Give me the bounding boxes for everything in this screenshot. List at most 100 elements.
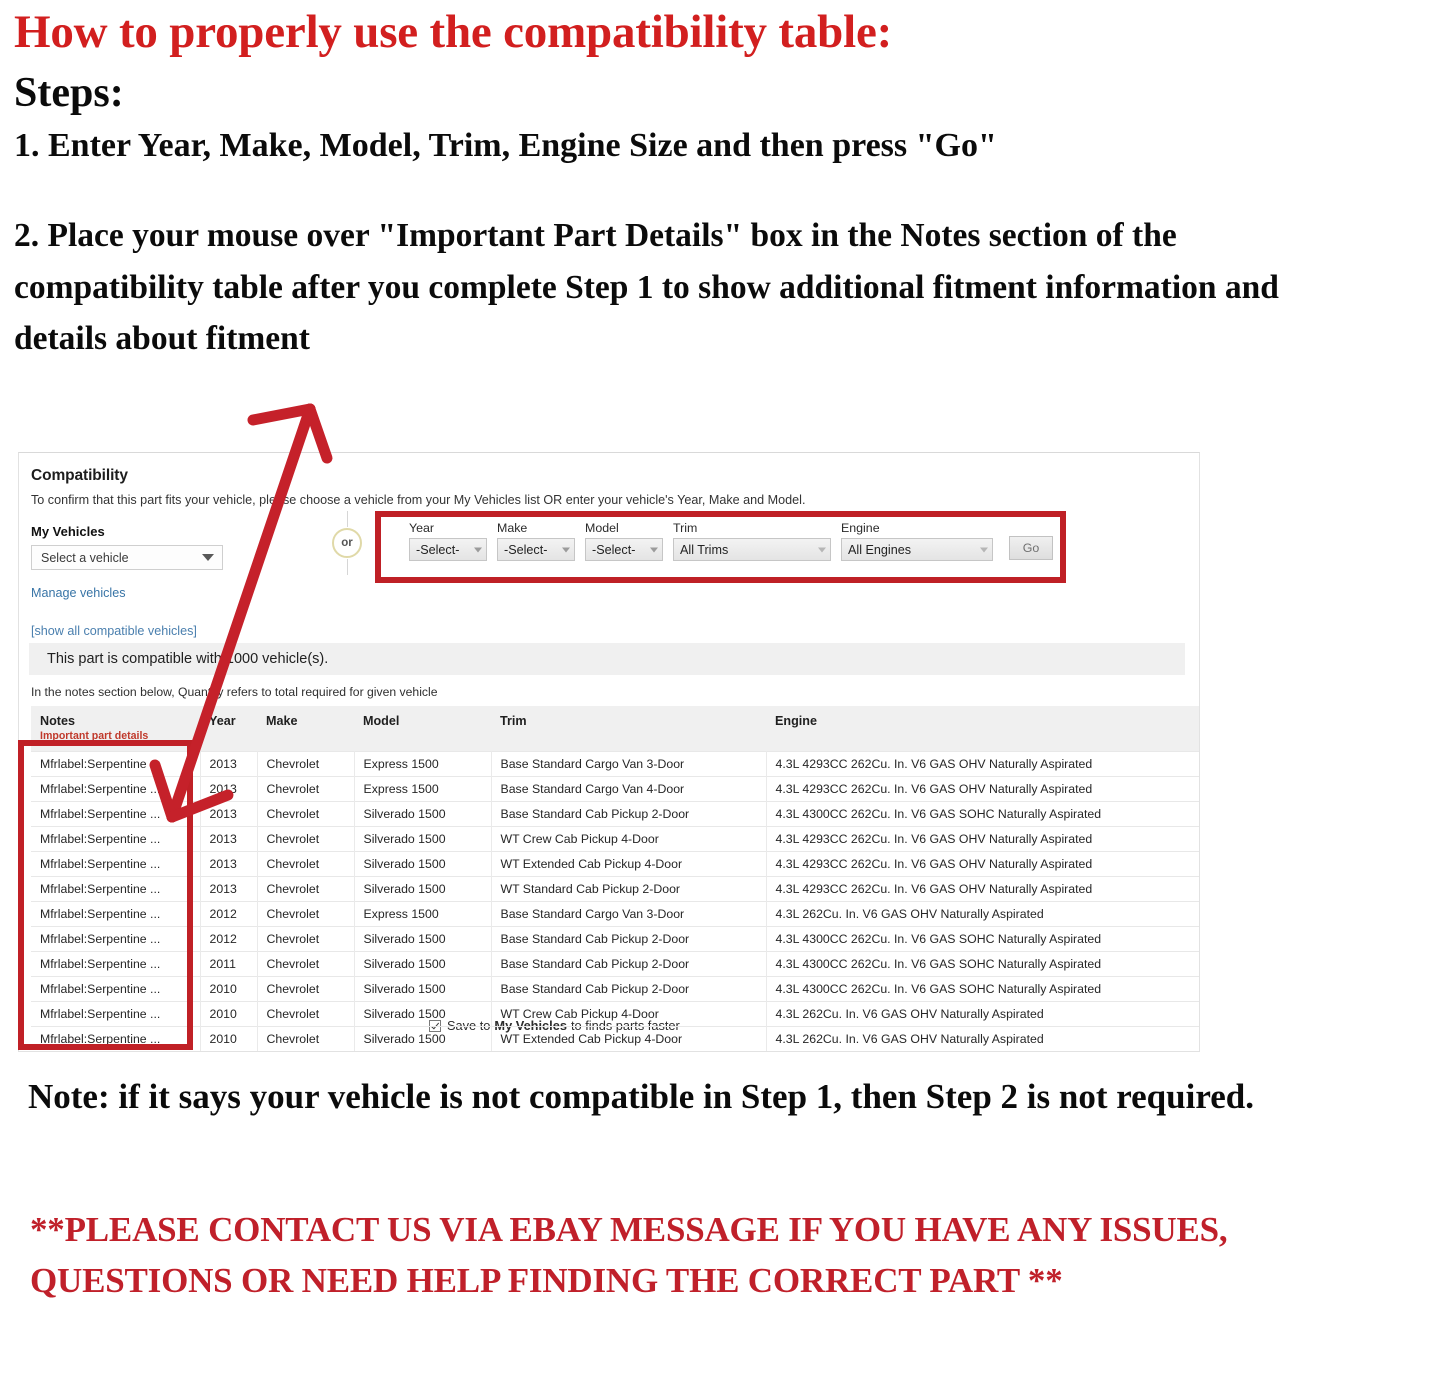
cell-make: Chevrolet <box>257 976 355 1002</box>
column-header-engine: Engine <box>766 706 1199 752</box>
table-row: Mfrlabel:Serpentine ... 2013 Chevrolet Silv… <box>31 876 1199 902</box>
chevron-down-icon <box>474 547 482 552</box>
footer-note-text: Note: if it says your vehicle is not com… <box>28 1077 1254 1116</box>
cell-notes[interactable]: Mfrlabel:Serpentine ... <box>31 926 201 952</box>
cell-notes[interactable]: Mfrlabel:Serpentine ... <box>31 826 201 852</box>
steps-label: Steps: <box>14 70 124 117</box>
year-label: Year <box>409 521 435 535</box>
make-label: Make <box>497 521 528 535</box>
make-field: Make -Select- <box>497 521 575 561</box>
cell-year: 2012 <box>200 901 258 927</box>
table-row: Mfrlabel:Serpentine ... 2012 Chevrolet Expr… <box>31 901 1199 927</box>
cell-model: Silverado 1500 <box>354 926 492 952</box>
cell-trim: Base Standard Cab Pickup 2-Door <box>491 926 767 952</box>
go-button[interactable]: Go <box>1009 536 1053 560</box>
cell-engine: 4.3L 262Cu. In. V6 GAS OHV Naturally Asp… <box>766 1001 1199 1027</box>
cell-engine: 4.3L 4293CC 262Cu. In. V6 GAS OHV Natura… <box>766 851 1199 877</box>
cell-make: Chevrolet <box>257 1026 355 1051</box>
vehicle-search-form: Year -Select- Make -Select- Model -Selec… <box>409 521 1053 561</box>
cell-year: 2010 <box>200 1026 258 1051</box>
cell-engine: 4.3L 4293CC 262Cu. In. V6 GAS OHV Natura… <box>766 826 1199 852</box>
year-value: -Select- <box>416 542 460 557</box>
table-body: Mfrlabel:Serpentine ... 2013 Chevrolet Expr… <box>31 751 1200 1053</box>
table-row: Mfrlabel:Serpentine ...2010ChevroletSilv… <box>31 976 1199 1002</box>
cell-notes[interactable]: Mfrlabel:Serpentine ... <box>31 851 201 877</box>
vehicle-select-value: Select a vehicle <box>41 550 129 565</box>
cell-make: Chevrolet <box>257 876 355 902</box>
cell-make: Chevrolet <box>257 801 355 827</box>
cell-model: Express 1500 <box>354 901 492 927</box>
cell-trim: Base Standard Cargo Van 4-Door <box>491 776 767 802</box>
table-row: Mfrlabel:Serpentine ...2010ChevroletSilv… <box>31 1001 1199 1027</box>
chevron-down-icon <box>202 554 214 561</box>
table-row: Mfrlabel:Serpentine ... 2013 Chevrolet Silv… <box>31 801 1199 827</box>
cell-model: Silverado 1500 <box>354 801 492 827</box>
chevron-down-icon <box>562 547 570 552</box>
chevron-down-icon <box>650 547 658 552</box>
notes-header-label: Notes <box>40 714 75 728</box>
cell-engine: 4.3L 262Cu. In. V6 GAS OHV Naturally Asp… <box>766 1052 1200 1053</box>
cell-notes[interactable]: Mfrlabel:Serpentine ... <box>31 776 201 802</box>
or-divider: or <box>329 511 365 575</box>
column-header-model: Model <box>354 706 491 752</box>
cell-make: Chevrolet <box>257 926 355 952</box>
make-select[interactable]: -Select- <box>497 538 575 561</box>
compatibility-count-banner: This part is compatible with 1000 vehicl… <box>29 643 1185 675</box>
table-row: Mfrlabel:Serpentine ...2010ChevroletSilv… <box>31 1026 1199 1051</box>
trim-select[interactable]: All Trims <box>673 538 831 561</box>
cell-model: Express 1500 <box>354 751 492 777</box>
cell-notes[interactable]: Mfrlabel:Serpentine ... <box>31 751 201 777</box>
cell-engine: 4.3L 4293CC 262Cu. In. V6 GAS OHV Natura… <box>766 751 1199 777</box>
cell-year: 2013 <box>200 751 258 777</box>
vehicle-select-dropdown[interactable]: Select a vehicle <box>31 545 223 570</box>
trim-label: Trim <box>673 521 698 535</box>
cell-make: Chevrolet <box>257 951 355 977</box>
trim-field: Trim All Trims <box>673 521 831 561</box>
table-row: Mfrlabel:Serpentine ... 2012 Chevrolet Silv… <box>31 926 1199 952</box>
model-select[interactable]: -Select- <box>585 538 663 561</box>
cell-notes[interactable]: Mfrlabel:Serpentine ... <box>31 876 201 902</box>
cell-engine: 4.3L 4300CC 262Cu. In. V6 GAS SOHC Natur… <box>766 951 1199 977</box>
cell-make: Chevrolet <box>257 851 355 877</box>
engine-select[interactable]: All Engines <box>841 538 993 561</box>
cell-notes[interactable]: Mfrlabel:Serpentine ... <box>31 801 201 827</box>
cell-model: Express 1500 <box>354 776 492 802</box>
cell-make: Chevrolet <box>257 1052 354 1053</box>
footer-contact-text: **PLEASE CONTACT US VIA EBAY MESSAGE IF … <box>30 1210 1228 1300</box>
cell-year: 2013 <box>200 826 258 852</box>
cell-trim: Base Standard Cargo Van 3-Door <box>491 901 767 927</box>
cell-model: Silverado 1500 <box>354 826 492 852</box>
cell-model: Silverado 1500 <box>354 851 492 877</box>
cell-model: Silverado 1500 <box>354 876 492 902</box>
cell-notes[interactable]: Mfrlabel:Serpentine ... <box>31 1001 201 1027</box>
cell-trim: Base Standard Cab Pickup 2-Door <box>491 976 767 1002</box>
cell-notes[interactable]: Mfrlabel:Serpentine ... <box>31 951 201 977</box>
chevron-down-icon <box>980 547 988 552</box>
cell-notes[interactable]: Mfrlabel:Serpentine ... <box>31 976 201 1002</box>
or-label: or <box>332 528 362 558</box>
cell-engine: 4.3L 4293CC 262Cu. In. V6 GAS OHV Natura… <box>766 776 1199 802</box>
manage-vehicles-link[interactable]: Manage vehicles <box>31 586 1199 600</box>
year-select[interactable]: -Select- <box>409 538 487 561</box>
cell-notes[interactable]: Mfrlabel:Serpentine ... <box>31 1026 201 1051</box>
cell-model: Silverado 1500 <box>354 1026 492 1051</box>
model-label: Model <box>585 521 619 535</box>
trim-value: All Trims <box>680 542 729 557</box>
cell-model: Silverado 1500 <box>354 1052 491 1053</box>
cell-notes[interactable]: Mfrlabel:Serpentine ... <box>31 901 201 927</box>
cell-make: Chevrolet <box>257 776 355 802</box>
cell-notes[interactable]: Mfrlabel:Serpentine ... <box>31 1052 200 1053</box>
page-title: How to properly use the compatibility ta… <box>14 6 893 58</box>
table-row: Mfrlabel:Serpentine ...2010ChevroletSilv… <box>31 1052 1200 1053</box>
cell-engine: 4.3L 4300CC 262Cu. In. V6 GAS SOHC Natur… <box>766 976 1199 1002</box>
chevron-down-icon <box>818 547 826 552</box>
step-1-text: 1. Enter Year, Make, Model, Trim, Engine… <box>14 126 997 164</box>
cell-make: Chevrolet <box>257 1001 355 1027</box>
cell-engine: 4.3L 4300CC 262Cu. In. V6 GAS SOHC Natur… <box>766 801 1199 827</box>
cell-engine: 4.3L 4300CC 262Cu. In. V6 GAS SOHC Natur… <box>766 926 1199 952</box>
cell-engine: 4.3L 262Cu. In. V6 GAS OHV Naturally Asp… <box>766 1026 1199 1051</box>
cell-trim: WT Standard Cab Pickup 2-Door <box>491 1052 766 1053</box>
show-all-compatible-vehicles-link[interactable]: [show all compatible vehicles] <box>31 624 1199 638</box>
cell-year: 2010 <box>200 1052 257 1053</box>
year-field: Year -Select- <box>409 521 487 561</box>
